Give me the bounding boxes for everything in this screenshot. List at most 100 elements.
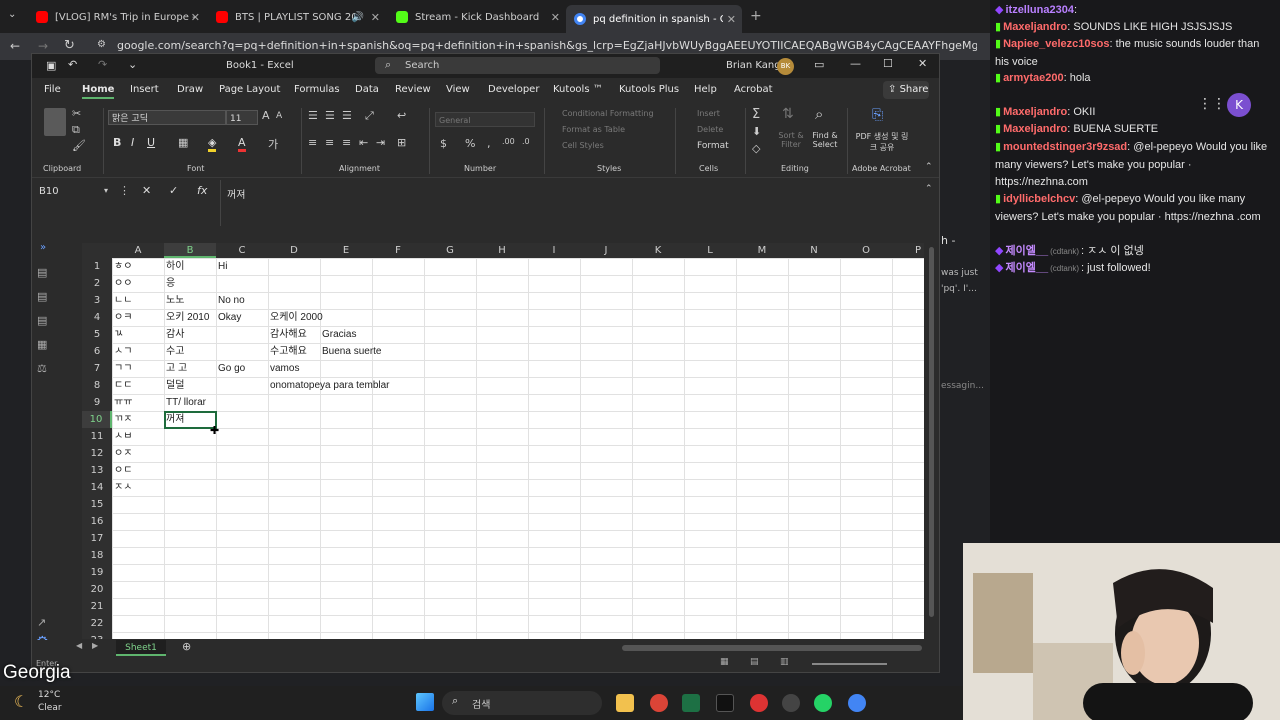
chat-username[interactable]: Napiee_velezc10sos: [1003, 38, 1109, 50]
column-header-c[interactable]: C: [216, 243, 268, 258]
shrink-font-icon[interactable]: A: [276, 111, 282, 121]
row-header-18[interactable]: 18: [82, 547, 112, 564]
weather-desc[interactable]: Clear: [38, 703, 62, 713]
chrome-icon[interactable]: [650, 694, 668, 712]
cell-c3[interactable]: No no: [216, 292, 245, 309]
cancel-icon[interactable]: ✕: [142, 184, 151, 197]
cell-c7[interactable]: Go go: [216, 360, 245, 377]
horizontal-scrollbar[interactable]: [622, 645, 922, 651]
url-input[interactable]: google.com/search?q=pq+definition+in+spa…: [117, 39, 977, 52]
borders-icon[interactable]: ▦: [178, 136, 188, 149]
align-bottom-icon[interactable]: ☰: [342, 109, 352, 122]
font-name-select[interactable]: 맑은 고딕: [108, 110, 226, 125]
zoom-slider[interactable]: [812, 663, 887, 665]
add-sheet-icon[interactable]: ⊕: [182, 640, 191, 653]
enter-icon[interactable]: ✓: [169, 184, 178, 197]
speaker-icon[interactable]: 🔊: [352, 12, 364, 23]
delete-cells-button[interactable]: Delete: [697, 125, 723, 134]
file-explorer-icon[interactable]: [616, 694, 634, 712]
cell-b9[interactable]: TT/ llorar: [164, 394, 206, 411]
cell-styles-button[interactable]: Cell Styles: [562, 141, 604, 150]
align-center-icon[interactable]: ≡: [325, 136, 334, 149]
cell-a6[interactable]: ㅅㄱ: [112, 343, 132, 360]
sheet-tab-sheet1[interactable]: Sheet1: [116, 640, 166, 656]
prev-sheet-icon[interactable]: ◀: [76, 641, 82, 650]
undo-icon[interactable]: ↶: [68, 58, 77, 71]
close-icon[interactable]: ✕: [191, 11, 200, 24]
bold-icon[interactable]: B: [113, 136, 121, 149]
collapse-ribbon-icon[interactable]: ⌃: [925, 162, 933, 172]
chat-username[interactable]: itzelluna2304: [1005, 4, 1073, 16]
panel-icon[interactable]: ▦: [37, 338, 47, 351]
cell-a7[interactable]: ㄱㄱ: [112, 360, 132, 377]
row-header-21[interactable]: 21: [82, 598, 112, 615]
tab-insert[interactable]: Insert: [130, 84, 159, 95]
taskbar-search[interactable]: ⌕ 검색: [442, 691, 602, 715]
tab-review[interactable]: Review: [395, 84, 431, 95]
column-header-h[interactable]: H: [476, 243, 528, 258]
chat-username[interactable]: armytae200: [1003, 72, 1064, 84]
redo-icon[interactable]: ↷: [98, 58, 107, 71]
cell-c1[interactable]: Hi: [216, 258, 227, 275]
user-name[interactable]: Brian Kang: [726, 60, 781, 71]
cell-a13[interactable]: ㅇㄷ: [112, 462, 132, 479]
wrap-text-icon[interactable]: ↩: [397, 109, 406, 122]
paste-icon[interactable]: [44, 108, 66, 136]
browser-tab-2[interactable]: BTS | PLAYLIST SONG 2024 🔊 ✕: [208, 5, 386, 29]
row-header-6[interactable]: 6: [82, 343, 112, 360]
app-icon[interactable]: [716, 694, 734, 712]
grow-font-icon[interactable]: A: [262, 109, 270, 122]
cell-a10[interactable]: ㄲㅈ: [112, 411, 132, 428]
cell-d8[interactable]: onomatopeya para temblar: [268, 377, 390, 394]
cut-icon[interactable]: ✂: [72, 107, 81, 120]
tab-developer[interactable]: Developer: [488, 84, 539, 95]
tab-data[interactable]: Data: [355, 84, 379, 95]
tab-kutools[interactable]: Kutools ™: [553, 84, 603, 95]
whatsapp-icon[interactable]: [814, 694, 832, 712]
cell-a12[interactable]: ㅇㅈ: [112, 445, 132, 462]
cell-a3[interactable]: ㄴㄴ: [112, 292, 132, 309]
sort-filter-button[interactable]: Sort & Filter: [776, 131, 806, 149]
chrome-icon[interactable]: [848, 694, 866, 712]
tab-view[interactable]: View: [446, 84, 470, 95]
decrease-indent-icon[interactable]: ⇤: [359, 136, 368, 149]
find-select-button[interactable]: Find & Select: [808, 131, 842, 149]
fill-icon[interactable]: ⬇: [752, 125, 761, 138]
cell-e6[interactable]: Buena suerte: [320, 343, 382, 360]
page-layout-icon[interactable]: ▤: [750, 657, 759, 667]
cell-b2[interactable]: 응: [164, 275, 175, 292]
row-header-10[interactable]: 10: [82, 411, 112, 428]
column-header-j[interactable]: J: [580, 243, 632, 258]
increase-indent-icon[interactable]: ⇥: [376, 136, 385, 149]
chat-username[interactable]: Maxeljandro: [1003, 106, 1067, 118]
clear-icon[interactable]: ◇: [752, 142, 760, 155]
currency-icon[interactable]: $: [440, 137, 447, 150]
cell-a1[interactable]: ㅎㅇ: [112, 258, 132, 275]
row-header-11[interactable]: 11: [82, 428, 112, 445]
row-header-20[interactable]: 20: [82, 581, 112, 598]
cell-b7[interactable]: 고 고: [164, 360, 187, 377]
normal-view-icon[interactable]: ▦: [720, 657, 729, 667]
column-header-k[interactable]: K: [632, 243, 684, 258]
font-color-icon[interactable]: A: [238, 136, 246, 152]
decrease-decimal-icon[interactable]: .0: [522, 137, 530, 146]
pdf-create-button[interactable]: PDF 생성 및 링크 공유: [854, 131, 910, 153]
weather-temp[interactable]: 12°C: [38, 690, 60, 700]
column-header-g[interactable]: G: [424, 243, 476, 258]
account-avatar[interactable]: K: [1227, 93, 1251, 117]
row-header-4[interactable]: 4: [82, 309, 112, 326]
align-right-icon[interactable]: ≡: [342, 136, 351, 149]
apps-grid-icon[interactable]: ⋮⋮: [1198, 96, 1226, 112]
percent-icon[interactable]: %: [465, 137, 475, 150]
column-header-o[interactable]: O: [840, 243, 892, 258]
tab-file[interactable]: File: [44, 84, 61, 95]
close-icon[interactable]: ✕: [918, 57, 927, 70]
increase-decimal-icon[interactable]: .00: [502, 137, 515, 146]
conditional-formatting-button[interactable]: Conditional Formatting: [562, 109, 654, 118]
column-header-n[interactable]: N: [788, 243, 840, 258]
align-left-icon[interactable]: ≡: [308, 136, 317, 149]
column-header-d[interactable]: D: [268, 243, 320, 258]
page-break-icon[interactable]: ▥: [780, 657, 789, 667]
ribbon-display-icon[interactable]: ▭: [814, 58, 824, 71]
cell-a4[interactable]: ㅇㅋ: [112, 309, 132, 326]
